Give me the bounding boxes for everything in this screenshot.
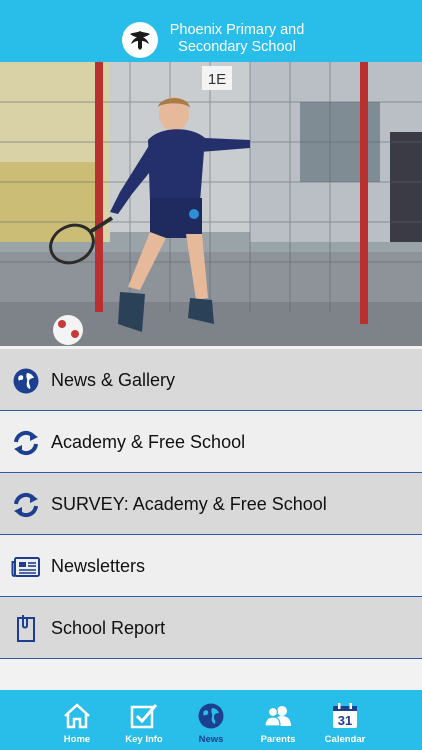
tab-key-info-label: Key Info [125,734,163,745]
calendar-day-number: 31 [338,713,352,728]
court-sign-text: 1E [208,71,226,88]
tab-key-info[interactable]: Key Info [109,690,179,750]
globe-icon [11,366,41,396]
calendar-icon: 31 [330,702,360,730]
tab-home[interactable]: Home [42,690,112,750]
school-title-line2: Secondary School [178,39,296,55]
tab-news-label: News [198,734,224,745]
menu-item-label: Academy & Free School [51,432,246,452]
tab-calendar-label: Calendar [324,734,366,745]
menu-item-academy-free-school[interactable]: Academy & Free School [0,411,422,473]
people-icon [263,702,293,730]
menu-item-news-gallery[interactable]: News & Gallery [0,349,422,411]
main-menu: News & Gallery Academy & Free School SUR… [0,349,422,659]
checkbox-icon [129,702,159,730]
hero-photo-illustration: 1E [0,62,422,346]
house-icon [62,702,92,730]
menu-item-label: School Report [51,618,166,638]
refresh-icon [11,490,41,520]
hero-photo: 1E [0,62,422,346]
school-title: Phoenix Primary and Secondary School [162,22,312,56]
app-header: Phoenix Primary and Secondary School [0,0,422,62]
tab-home-label: Home [63,734,91,745]
newspaper-icon [11,552,41,582]
tab-calendar[interactable]: 31 Calendar [310,690,380,750]
refresh-icon [11,428,41,458]
tab-parents-label: Parents [260,734,296,745]
menu-item-label: SURVEY: Academy & Free School [51,494,327,514]
menu-item-newsletters[interactable]: Newsletters [0,535,422,597]
tab-parents[interactable]: Parents [243,690,313,750]
menu-item-survey-academy-free-school[interactable]: SURVEY: Academy & Free School [0,473,422,535]
menu-item-label: News & Gallery [51,370,176,390]
phoenix-crest-icon [130,31,150,50]
bottom-tab-bar: Home Key Info News Parents 31 Calendar [0,690,422,750]
school-title-line1: Phoenix Primary and [169,22,305,38]
school-logo [122,22,158,58]
clipboard-icon [11,614,41,644]
globe-icon [196,702,226,730]
tab-news[interactable]: News [176,690,246,750]
menu-item-school-report[interactable]: School Report [0,597,422,659]
menu-item-label: Newsletters [51,556,146,576]
